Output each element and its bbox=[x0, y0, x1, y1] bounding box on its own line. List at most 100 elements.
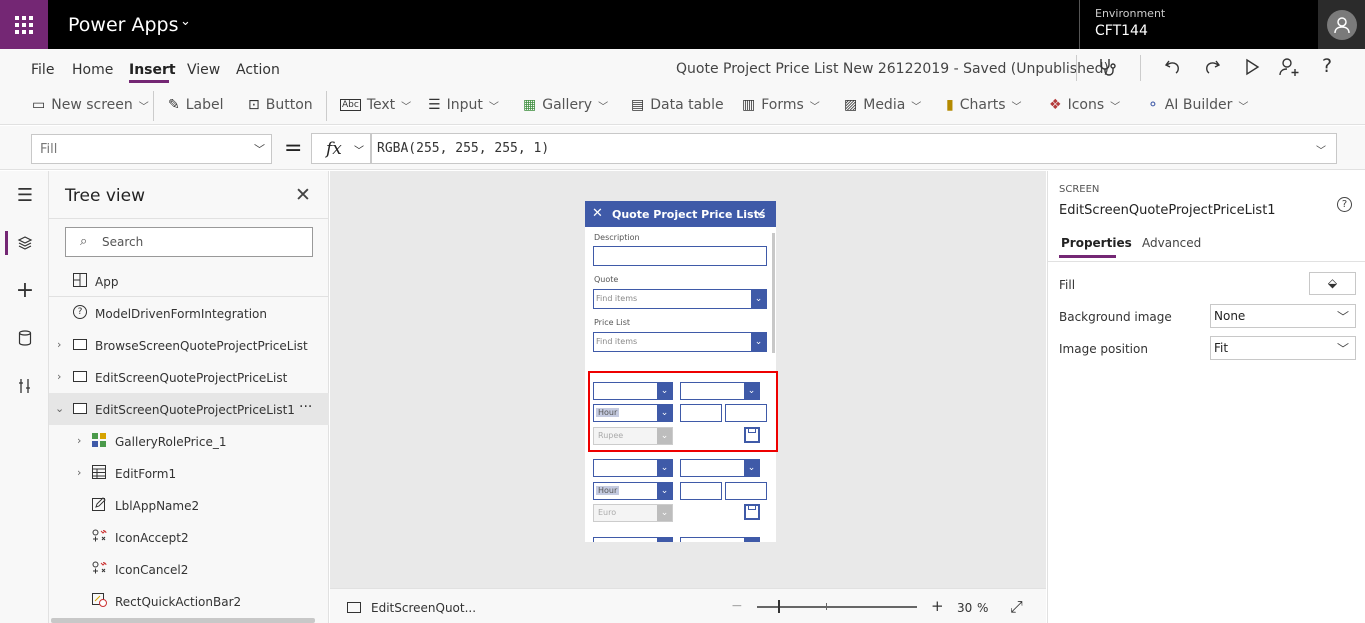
charts-button[interactable]: ▮ Charts ﹀ bbox=[946, 97, 1022, 113]
description-input[interactable] bbox=[593, 246, 767, 266]
environment-value[interactable]: CFT144 bbox=[1095, 23, 1148, 39]
tree-node-app[interactable]: App bbox=[49, 265, 329, 297]
data-cylinder-icon[interactable] bbox=[12, 325, 38, 351]
text-label: Text bbox=[366, 97, 396, 113]
zoom-slider[interactable] bbox=[757, 606, 917, 608]
quote-lookup[interactable]: Find items ⌄ bbox=[593, 289, 767, 309]
resource-dropdown[interactable]: ⌄ bbox=[680, 459, 760, 477]
tree-view-layers-icon[interactable] bbox=[12, 230, 38, 256]
tree-node-edit-screen[interactable]: › EditScreenQuoteProjectPriceList bbox=[49, 361, 329, 393]
close-icon[interactable]: ✕ bbox=[592, 206, 603, 221]
price-input[interactable] bbox=[680, 482, 722, 500]
fit-to-window-icon[interactable]: ⤢ bbox=[1010, 597, 1023, 617]
unit-dropdown[interactable]: Hour ⌄ bbox=[593, 482, 673, 500]
tree-node-galleryroleprice[interactable]: › GalleryRolePrice_1 bbox=[49, 425, 329, 457]
chevron-down-icon: ﹀ bbox=[254, 143, 265, 156]
tree-node-editform[interactable]: › EditForm1 bbox=[49, 457, 329, 489]
label-button[interactable]: ✎ Label bbox=[168, 97, 224, 113]
tree-node-iconaccept[interactable]: IconAccept2 bbox=[49, 521, 329, 553]
phone-title: Quote Project Price Lists bbox=[612, 208, 766, 221]
more-options-icon[interactable]: ··· bbox=[299, 399, 312, 415]
tree-node-browse-screen[interactable]: › BrowseScreenQuoteProjectPriceList bbox=[49, 329, 329, 361]
form-scrollbar[interactable] bbox=[772, 233, 775, 353]
forms-icon: ▥ bbox=[742, 97, 756, 113]
chevron-down-icon: ⌄ bbox=[751, 333, 766, 351]
ai-builder-button[interactable]: ⚬ AI Builder ﹀ bbox=[1147, 97, 1248, 113]
icons-button[interactable]: ❖ Icons ﹀ bbox=[1049, 97, 1120, 113]
forms-button[interactable]: ▥ Forms ﹀ bbox=[742, 97, 820, 113]
check-icon[interactable]: ✓ bbox=[756, 206, 767, 221]
app-name[interactable]: Power Apps bbox=[68, 14, 179, 36]
quote-placeholder: Find items bbox=[596, 294, 638, 303]
zoom-out-button[interactable]: − bbox=[731, 598, 743, 614]
hamburger-menu-icon[interactable]: ☰ bbox=[12, 182, 38, 208]
insert-ribbon: ▭ New screen ﹀ ✎ Label ⊡ Button Abc Text… bbox=[0, 87, 1365, 125]
button-button[interactable]: ⊡ Button bbox=[248, 97, 313, 113]
save-icon[interactable] bbox=[744, 504, 760, 520]
chevron-down-icon[interactable]: ﹀ bbox=[1316, 142, 1326, 157]
menu-home[interactable]: Home bbox=[72, 62, 113, 78]
tab-properties[interactable]: Properties bbox=[1061, 236, 1132, 250]
tree-node-iconcancel[interactable]: IconCancel2 bbox=[49, 553, 329, 585]
icons-icon bbox=[92, 561, 107, 575]
help-icon[interactable]: ? bbox=[1322, 55, 1332, 77]
media-button[interactable]: ▨ Media ﹀ bbox=[844, 97, 921, 113]
formula-input[interactable]: RGBA(255, 255, 255, 1) ﹀ bbox=[371, 133, 1337, 164]
tree-search-input[interactable]: ⌕ Search bbox=[65, 227, 313, 257]
resource-dropdown[interactable]: ⌄ bbox=[680, 537, 760, 542]
zoom-slider-thumb[interactable] bbox=[778, 600, 780, 613]
tree-node-edit-screen-1-selected[interactable]: ⌄ EditScreenQuoteProjectPriceList1 ··· bbox=[49, 393, 329, 425]
rectangle-shape-icon bbox=[92, 593, 107, 607]
price-list-lookup[interactable]: Find items ⌄ bbox=[593, 332, 767, 352]
tab-advanced[interactable]: Advanced bbox=[1142, 236, 1201, 250]
text-button[interactable]: Abc Text ﹀ bbox=[340, 97, 411, 113]
menu-action[interactable]: Action bbox=[236, 62, 280, 78]
insert-plus-icon[interactable]: + bbox=[12, 277, 38, 303]
current-screen-name[interactable]: EditScreenQuot... bbox=[371, 601, 476, 615]
screen-icon bbox=[73, 339, 87, 350]
share-button[interactable] bbox=[1279, 57, 1301, 81]
icons-label: Icons bbox=[1067, 97, 1105, 113]
advanced-tools-icon[interactable] bbox=[12, 373, 38, 399]
tree-node-modeldrivenformintegration[interactable]: ? ModelDrivenFormIntegration bbox=[49, 297, 329, 329]
data-table-button[interactable]: ▤ Data table bbox=[631, 97, 724, 113]
currency-dropdown[interactable]: Euro ⌄ bbox=[593, 504, 673, 522]
app-launcher-button[interactable] bbox=[0, 0, 48, 49]
role-dropdown[interactable]: ⌄ bbox=[593, 459, 673, 477]
redo-button[interactable] bbox=[1202, 57, 1222, 81]
menu-view[interactable]: View bbox=[187, 62, 220, 78]
menu-file[interactable]: File bbox=[31, 62, 54, 78]
chevron-right-icon[interactable]: › bbox=[57, 338, 61, 351]
chevron-right-icon[interactable]: › bbox=[77, 434, 81, 447]
gallery-button[interactable]: ▦ Gallery ﹀ bbox=[523, 97, 608, 113]
chevron-right-icon[interactable]: › bbox=[57, 370, 61, 383]
chevron-down-icon: ﹀ bbox=[488, 101, 499, 113]
tree-horizontal-scrollbar[interactable] bbox=[51, 618, 315, 623]
background-image-dropdown[interactable]: None ﹀ bbox=[1210, 304, 1356, 328]
new-screen-button[interactable]: ▭ New screen ﹀ bbox=[32, 97, 149, 113]
amount-input[interactable] bbox=[725, 482, 767, 500]
chevron-down-icon[interactable]: ⌄ bbox=[55, 402, 64, 415]
undo-button[interactable] bbox=[1163, 57, 1183, 81]
close-icon[interactable]: ✕ bbox=[295, 184, 311, 206]
properties-panel: SCREEN EditScreenQuoteProjectPriceList1 … bbox=[1047, 171, 1365, 623]
tree-node-rectquickactionbar[interactable]: RectQuickActionBar2 bbox=[49, 585, 329, 617]
chevron-down-icon[interactable]: ⌄ bbox=[180, 14, 191, 29]
help-icon[interactable]: ? bbox=[1337, 197, 1352, 212]
phone-header-bar: ✕ Quote Project Price Lists ✓ bbox=[585, 201, 776, 227]
zoom-in-button[interactable]: + bbox=[931, 597, 944, 615]
chevron-right-icon[interactable]: › bbox=[77, 466, 81, 479]
fx-button[interactable]: fx ﹀ bbox=[311, 133, 371, 164]
gallery-icon bbox=[92, 433, 106, 447]
app-checker-button[interactable] bbox=[1097, 57, 1117, 81]
role-dropdown[interactable]: ⌄ bbox=[593, 537, 673, 542]
image-position-dropdown[interactable]: Fit ﹀ bbox=[1210, 336, 1356, 360]
property-dropdown[interactable]: Fill ﹀ bbox=[31, 134, 272, 164]
tree-node-lblappname[interactable]: LblAppName2 bbox=[49, 489, 329, 521]
input-button[interactable]: ☰ Input ﹀ bbox=[428, 97, 499, 113]
tree-node-label: RectQuickActionBar2 bbox=[115, 595, 242, 609]
menu-insert[interactable]: Insert bbox=[129, 62, 176, 78]
account-button[interactable] bbox=[1318, 0, 1365, 49]
preview-button[interactable] bbox=[1242, 57, 1262, 81]
fill-color-picker[interactable]: ⬙ bbox=[1309, 272, 1356, 295]
